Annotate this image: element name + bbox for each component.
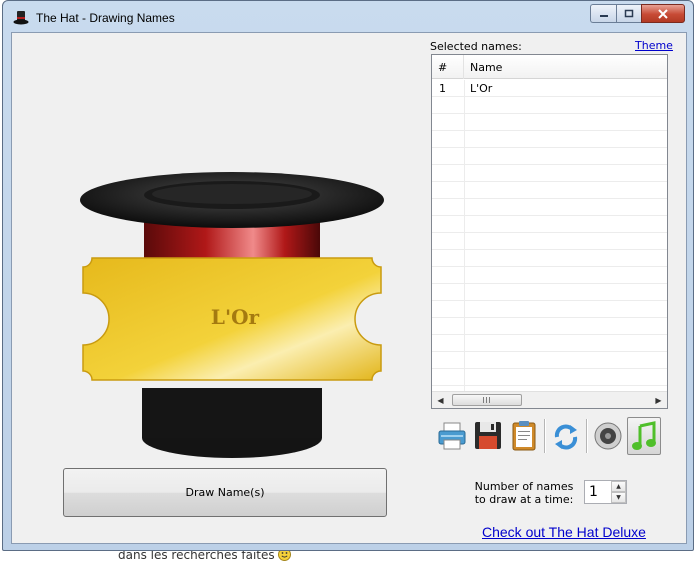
music-toggle-button[interactable]	[627, 417, 661, 455]
minimize-icon	[599, 14, 608, 17]
stepper-up-arrow-icon[interactable]: ▲	[611, 481, 626, 492]
scrollbar-thumb[interactable]	[452, 394, 522, 406]
maximize-icon	[624, 9, 634, 18]
toolbar-separator	[586, 419, 588, 453]
names-count-label: Number of names to draw at a time:	[474, 480, 574, 506]
draw-names-button[interactable]: Draw Name(s)	[63, 468, 387, 517]
copy-to-clipboard-button[interactable]	[507, 417, 541, 455]
clipboard-icon	[512, 421, 536, 451]
reset-button[interactable]	[549, 417, 583, 455]
hat-illustration: L'Or	[80, 172, 384, 458]
deluxe-link[interactable]: Check out The Hat Deluxe	[482, 524, 646, 540]
ticket-name: L'Or	[211, 305, 260, 329]
names-count-value[interactable]: 1	[589, 484, 598, 500]
theme-link[interactable]: Theme	[635, 39, 673, 52]
horizontal-scrollbar[interactable]: ◀ ▶	[432, 391, 667, 408]
sound-button[interactable]	[591, 417, 625, 455]
title-bar[interactable]: The Hat - Drawing Names	[3, 1, 693, 33]
toolbar-separator	[544, 419, 546, 453]
column-header-name[interactable]: Name	[464, 55, 667, 79]
scrollbar-grip	[483, 397, 492, 403]
refresh-icon	[554, 424, 578, 450]
save-icon	[475, 422, 501, 449]
stepper-down-arrow-icon[interactable]: ▼	[611, 492, 626, 503]
list-item-name: L'Or	[470, 82, 493, 95]
caption-buttons	[590, 4, 685, 23]
print-button[interactable]	[435, 417, 469, 455]
scroll-left-arrow-icon[interactable]: ◀	[432, 392, 449, 408]
save-button[interactable]	[471, 417, 505, 455]
names-count-stepper[interactable]: 1 ▲ ▼	[584, 480, 627, 504]
window-title: The Hat - Drawing Names	[36, 11, 175, 25]
stepper-buttons: ▲ ▼	[611, 481, 626, 503]
printer-icon	[438, 422, 466, 450]
selected-names-label: Selected names:	[430, 40, 522, 53]
maximize-button[interactable]	[616, 4, 641, 23]
top-hat-icon	[13, 11, 29, 25]
music-note-icon	[632, 421, 656, 450]
list-header: # Name	[432, 55, 667, 79]
list-body: 1 L'Or	[432, 80, 667, 392]
list-item[interactable]: 1 L'Or	[432, 80, 667, 97]
names-list[interactable]: # Name 1 L'Or ◀ ▶	[431, 54, 668, 409]
close-button[interactable]	[641, 4, 685, 23]
list-item-number: 1	[439, 82, 446, 95]
column-header-number[interactable]: #	[432, 55, 464, 79]
minimize-button[interactable]	[590, 4, 616, 23]
speaker-icon	[594, 422, 622, 450]
client-area: L'Or Selected names: Theme # Name 1 L'Or…	[11, 32, 687, 544]
toolbar	[435, 417, 665, 455]
scroll-right-arrow-icon[interactable]: ▶	[650, 392, 667, 408]
close-icon	[658, 8, 668, 19]
app-window: The Hat - Drawing Names L'Or Selected na…	[2, 0, 694, 551]
